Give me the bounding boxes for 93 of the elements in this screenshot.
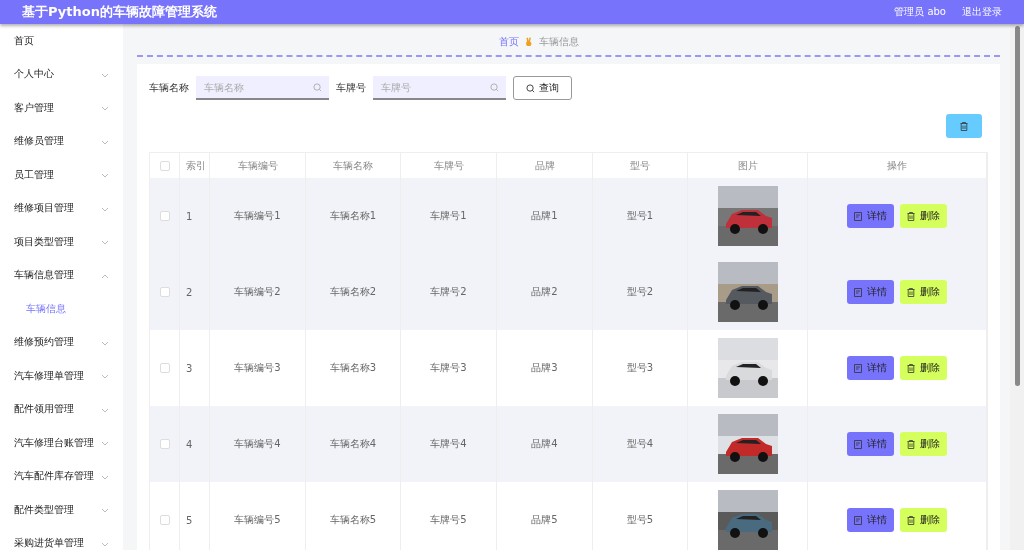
chevron-icon bbox=[101, 106, 109, 112]
table-cell: 5 bbox=[180, 482, 210, 550]
menu-label: 个人中心 bbox=[14, 67, 54, 82]
menu-label: 员工管理 bbox=[14, 167, 54, 182]
menu-item[interactable]: 配件领用管理 bbox=[0, 392, 123, 426]
chevron-icon bbox=[101, 139, 109, 145]
menu-item[interactable]: 员工管理 bbox=[0, 158, 123, 192]
checkbox[interactable] bbox=[159, 211, 170, 221]
menu-label: 汽车配件库存管理 bbox=[14, 469, 94, 484]
delete-button[interactable]: 删除 bbox=[900, 204, 947, 228]
chevron-icon bbox=[101, 273, 109, 279]
menu-item[interactable]: 客户管理 bbox=[0, 91, 123, 125]
document-icon bbox=[854, 515, 862, 525]
field-label: 车辆名称 bbox=[149, 81, 189, 95]
query-button[interactable]: 查询 bbox=[513, 76, 572, 100]
menu-label: 汽车修理台账管理 bbox=[14, 435, 94, 450]
menu-label: 汽车修理单管理 bbox=[14, 368, 84, 383]
checkbox[interactable] bbox=[159, 515, 170, 525]
trash-icon bbox=[960, 121, 968, 131]
menu-label: 配件类型管理 bbox=[14, 502, 74, 517]
menu-label: 首页 bbox=[14, 33, 34, 48]
menu-item[interactable]: 汽车修理单管理 bbox=[0, 359, 123, 393]
menu-item[interactable]: 维修项目管理 bbox=[0, 191, 123, 225]
search-icon bbox=[526, 83, 535, 93]
scrollbar[interactable] bbox=[1010, 24, 1024, 550]
checkbox[interactable] bbox=[159, 160, 170, 171]
chevron-icon bbox=[101, 407, 109, 413]
table-cell: 车牌号5 bbox=[401, 482, 497, 550]
delete-button[interactable]: 删除 bbox=[900, 356, 947, 380]
chevron-icon bbox=[101, 508, 109, 514]
menu-label: 项目类型管理 bbox=[14, 234, 74, 249]
chevron-icon bbox=[101, 541, 109, 547]
menu-item[interactable]: 采购进货单管理 bbox=[0, 526, 123, 550]
chevron-icon bbox=[101, 72, 109, 78]
chevron-icon bbox=[101, 340, 109, 346]
field-label: 车牌号 bbox=[336, 81, 366, 95]
menu-item[interactable]: 汽车修理台账管理 bbox=[0, 426, 123, 460]
menu-item[interactable]: 车辆信息管理 bbox=[0, 258, 123, 292]
checkbox[interactable] bbox=[159, 287, 170, 297]
trash-icon bbox=[907, 439, 915, 449]
chevron-icon bbox=[101, 374, 109, 380]
chevron-icon bbox=[101, 173, 109, 179]
logout-link[interactable]: 退出登录 bbox=[962, 5, 1002, 19]
chevron-icon bbox=[101, 206, 109, 212]
menu-label: 维修预约管理 bbox=[14, 335, 74, 350]
table-cell: 型号5 bbox=[593, 482, 688, 550]
delete-button[interactable]: 删除 bbox=[900, 508, 947, 532]
trash-icon bbox=[907, 287, 915, 297]
details-button[interactable]: 详情 bbox=[847, 432, 894, 456]
app-title: 基于Python的车辆故障管理系统 bbox=[22, 3, 218, 21]
menu-item[interactable]: 维修预约管理 bbox=[0, 325, 123, 359]
document-icon bbox=[854, 287, 862, 297]
menu-item[interactable]: 汽车配件库存管理 bbox=[0, 459, 123, 493]
menu-label: 维修员管理 bbox=[14, 134, 64, 149]
search-field[interactable]: 车牌号 bbox=[373, 76, 506, 100]
table-cell: 车辆编号5 bbox=[210, 482, 306, 550]
menu-item[interactable]: 个人中心 bbox=[0, 57, 123, 91]
trash-icon bbox=[907, 515, 915, 525]
user-name: 管理员 abo bbox=[894, 5, 946, 19]
document-icon bbox=[854, 211, 862, 221]
chevron-icon bbox=[101, 474, 109, 480]
checkbox[interactable] bbox=[159, 363, 170, 373]
chevron-icon bbox=[101, 441, 109, 447]
trash-icon bbox=[907, 363, 915, 373]
menu-label: 车辆信息管理 bbox=[14, 268, 74, 283]
menu-label: 配件领用管理 bbox=[14, 402, 74, 417]
menu-item[interactable]: 维修员管理 bbox=[0, 124, 123, 158]
hand-icon bbox=[524, 37, 533, 47]
details-button[interactable]: 详情 bbox=[847, 356, 894, 380]
trash-icon bbox=[907, 211, 915, 221]
search-icon bbox=[313, 83, 322, 92]
chevron-icon bbox=[101, 240, 109, 246]
details-button[interactable]: 详情 bbox=[847, 508, 894, 532]
submenu-item[interactable]: 车辆信息 bbox=[0, 292, 123, 326]
table-cell: 品牌5 bbox=[497, 482, 593, 550]
delete-button[interactable]: 删除 bbox=[900, 432, 947, 456]
breadcrumb-link[interactable]: 首页 bbox=[498, 35, 519, 49]
document-icon bbox=[854, 363, 862, 373]
table-cell: 车辆名称5 bbox=[306, 482, 401, 550]
checkbox[interactable] bbox=[159, 439, 170, 449]
menu-item[interactable]: 配件类型管理 bbox=[0, 493, 123, 527]
menu-label: 采购进货单管理 bbox=[14, 536, 84, 550]
details-button[interactable]: 详情 bbox=[847, 280, 894, 304]
delete-button[interactable] bbox=[946, 114, 982, 138]
menu-label: 维修项目管理 bbox=[14, 201, 74, 216]
menu-item[interactable]: 项目类型管理 bbox=[0, 225, 123, 259]
menu-item[interactable]: 首页 bbox=[0, 24, 123, 58]
document-icon bbox=[854, 439, 862, 449]
search-field[interactable]: 车辆名称 bbox=[196, 76, 329, 100]
details-button[interactable]: 详情 bbox=[847, 204, 894, 228]
search-icon bbox=[490, 83, 499, 92]
menu-label: 客户管理 bbox=[14, 100, 54, 115]
delete-button[interactable]: 删除 bbox=[900, 280, 947, 304]
